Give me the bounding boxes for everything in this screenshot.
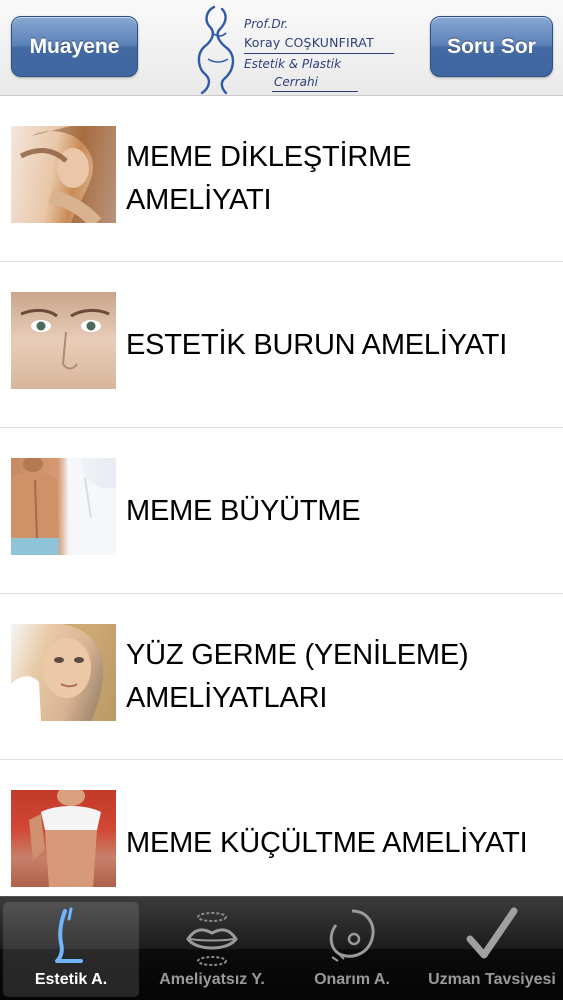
doctor-patient-photo — [11, 458, 116, 555]
tab-label: Estetik A. — [34, 971, 108, 988]
list-item-title: MEME DİKLEŞTİRME AMELİYATI — [126, 141, 412, 216]
logo-divider-2 — [272, 91, 358, 92]
tab-label: Ameliyatsız Y. — [159, 971, 265, 988]
face-lift-photo — [11, 624, 116, 721]
bottom-tab-bar: Estetik A. Ameliyatsız Y. Onarım A. Uzma… — [0, 896, 563, 1000]
suture-needle-icon — [322, 905, 382, 967]
list-item-title: ESTETİK BURUN AMELİYATI — [126, 328, 508, 361]
checkmark-icon — [462, 905, 522, 967]
list-item-title: MEME BÜYÜTME — [126, 494, 361, 527]
soru-sor-button[interactable]: Soru Sor — [430, 16, 553, 77]
procedure-list: MEME DİKLEŞTİRME AMELİYATI ESTETİK BURUN… — [0, 96, 563, 896]
logo-specialty-2: Cerrahi — [274, 75, 318, 89]
list-item[interactable]: MEME DİKLEŞTİRME AMELİYATI — [0, 96, 563, 262]
tab-label: Uzman Tavsiyesi — [428, 971, 556, 988]
tab-label: Onarım A. — [314, 971, 390, 988]
logo-divider — [244, 53, 394, 54]
list-item[interactable]: ESTETİK BURUN AMELİYATI — [0, 262, 563, 428]
woman-torso-photo — [11, 790, 116, 887]
list-item-title: YÜZ GERME (YENİLEME) AMELİYATLARI — [126, 639, 469, 714]
lips-icon — [182, 905, 242, 967]
tab-ameliyatsiz[interactable]: Ameliyatsız Y. — [144, 902, 280, 997]
logo-figure-icon — [197, 5, 235, 95]
clinic-logo: Prof.Dr. Koray COŞKUNFIRAT Estetik & Pla… — [192, 3, 400, 95]
tab-uzman-tavsiyesi[interactable]: Uzman Tavsiyesi — [424, 902, 560, 997]
tab-onarim[interactable]: Onarım A. — [284, 902, 420, 997]
body-contour-icon — [41, 905, 101, 967]
list-item[interactable]: MEME BÜYÜTME — [0, 428, 563, 594]
list-item[interactable]: MEME KÜÇÜLTME AMELİYATI — [0, 760, 563, 896]
header-bar: Muayene Prof.Dr. Koray COŞKUNFIRAT Estet… — [0, 0, 563, 96]
muayene-button[interactable]: Muayene — [11, 16, 138, 77]
woman-face-photo — [11, 292, 116, 389]
logo-title: Prof.Dr. — [244, 17, 289, 31]
logo-specialty: Estetik & Plastik — [244, 57, 342, 71]
tab-estetik[interactable]: Estetik A. — [3, 902, 139, 997]
logo-doctor-name: Koray COŞKUNFIRAT — [244, 35, 374, 50]
woman-hair-photo — [11, 126, 116, 223]
list-item-title: MEME KÜÇÜLTME AMELİYATI — [126, 826, 528, 859]
list-item[interactable]: YÜZ GERME (YENİLEME) AMELİYATLARI — [0, 594, 563, 760]
